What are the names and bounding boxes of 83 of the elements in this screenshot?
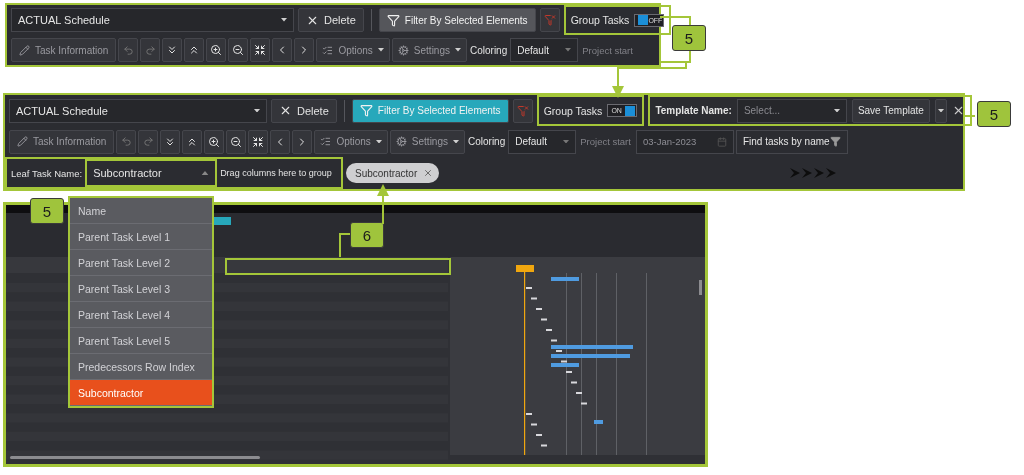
close-icon <box>423 168 434 178</box>
next-button[interactable] <box>292 129 313 154</box>
pencil-icon <box>19 44 30 56</box>
template-dropdown[interactable]: Select... <box>736 98 847 123</box>
pencil-icon <box>17 136 28 147</box>
fit-button[interactable] <box>248 129 269 154</box>
callout-badge: 6 <box>350 222 384 248</box>
callout-badge: 5 <box>977 101 1011 127</box>
filter-clear-icon <box>543 14 556 26</box>
caret-icon <box>937 108 944 113</box>
leaf-task-dropdown[interactable]: Subcontractor <box>85 159 218 187</box>
caret-icon <box>453 139 459 144</box>
filter-icon <box>386 13 400 27</box>
collapse-all-button[interactable] <box>184 38 205 62</box>
coloring-label: Coloring <box>468 136 506 147</box>
previous-button[interactable] <box>270 129 291 154</box>
leaf-task-name-label: Leaf Task Name: <box>11 167 83 179</box>
settings-button[interactable]: Settings <box>389 129 465 154</box>
filter-button[interactable]: Filter By Selected Elements <box>351 98 509 123</box>
zoom-out-icon <box>230 135 243 148</box>
undo-icon <box>120 136 132 147</box>
caret-icon <box>375 139 382 144</box>
leader-line <box>339 233 351 258</box>
group-tasks-label: Group Tasks <box>543 104 603 117</box>
shrink-icon <box>252 135 265 148</box>
task-information-button[interactable]: Task Information <box>9 129 115 154</box>
save-template-button[interactable]: Save Template <box>851 98 930 123</box>
project-start-label: Project start <box>582 44 633 56</box>
group-drop-hint: Drag columns here to group <box>220 168 332 178</box>
filter-icon <box>359 104 373 117</box>
zoom-in-button[interactable] <box>206 38 227 62</box>
gear-icon <box>397 44 409 56</box>
project-start-label: Project start <box>580 136 631 147</box>
close-icon <box>279 104 292 117</box>
zoom-in-button[interactable] <box>204 129 225 154</box>
task-information-button[interactable]: Task Information <box>11 38 117 62</box>
list-icon <box>320 136 332 147</box>
filter-clear-icon <box>516 104 529 117</box>
expand-all-button[interactable] <box>162 38 183 62</box>
gear-icon <box>395 136 407 147</box>
calendar-icon <box>716 136 727 147</box>
template-name-label: Template Name: <box>655 105 732 116</box>
shrink-icon <box>254 44 267 56</box>
options-button[interactable]: Options <box>314 129 388 154</box>
zoom-in-icon <box>210 44 223 56</box>
schedule-dropdown[interactable]: ACTUAL Schedule <box>11 8 294 32</box>
fit-button[interactable] <box>250 38 271 62</box>
caret-icon <box>833 108 840 113</box>
collapse-all-button[interactable] <box>182 129 203 154</box>
zoom-out-button[interactable] <box>228 38 249 62</box>
group-chip[interactable]: Subcontractor <box>346 163 440 183</box>
undo-icon <box>122 44 134 56</box>
zoom-out-button[interactable] <box>226 129 247 154</box>
caret-icon <box>377 48 384 52</box>
next-button[interactable] <box>294 38 315 62</box>
list-icon <box>322 44 334 56</box>
redo-icon <box>142 136 154 147</box>
schedule-dropdown[interactable]: ACTUAL Schedule <box>9 98 267 123</box>
caret-icon <box>563 139 570 144</box>
zoom-out-icon <box>232 44 245 56</box>
group-tasks-label: Group Tasks <box>570 14 630 26</box>
caret-icon <box>455 48 461 52</box>
coloring-dropdown[interactable]: Default <box>510 38 579 62</box>
settings-button[interactable]: Settings <box>391 38 467 62</box>
coloring-label: Coloring <box>470 44 508 56</box>
options-button[interactable]: Options <box>316 38 390 62</box>
caret-icon <box>254 108 260 113</box>
search-field[interactable]: Find tasks by name <box>735 129 848 154</box>
redo-icon <box>144 44 156 56</box>
zoom-in-icon <box>208 135 221 148</box>
delete-button[interactable]: Delete <box>271 98 337 123</box>
filter-icon <box>829 136 841 147</box>
caret-icon <box>565 48 572 52</box>
previous-button[interactable] <box>272 38 293 62</box>
callout-badge: 5 <box>30 198 64 224</box>
callout-badge: 5 <box>672 25 706 51</box>
filter-button[interactable]: Filter By Selected Elements <box>378 8 536 32</box>
delete-button[interactable]: Delete <box>298 8 364 32</box>
caret-icon <box>281 18 287 22</box>
coloring-dropdown[interactable]: Default <box>508 129 577 154</box>
expand-all-button[interactable] <box>160 129 181 154</box>
menu-item[interactable]: Subcontractor <box>70 380 212 406</box>
dropdown-button[interactable] <box>934 98 947 123</box>
